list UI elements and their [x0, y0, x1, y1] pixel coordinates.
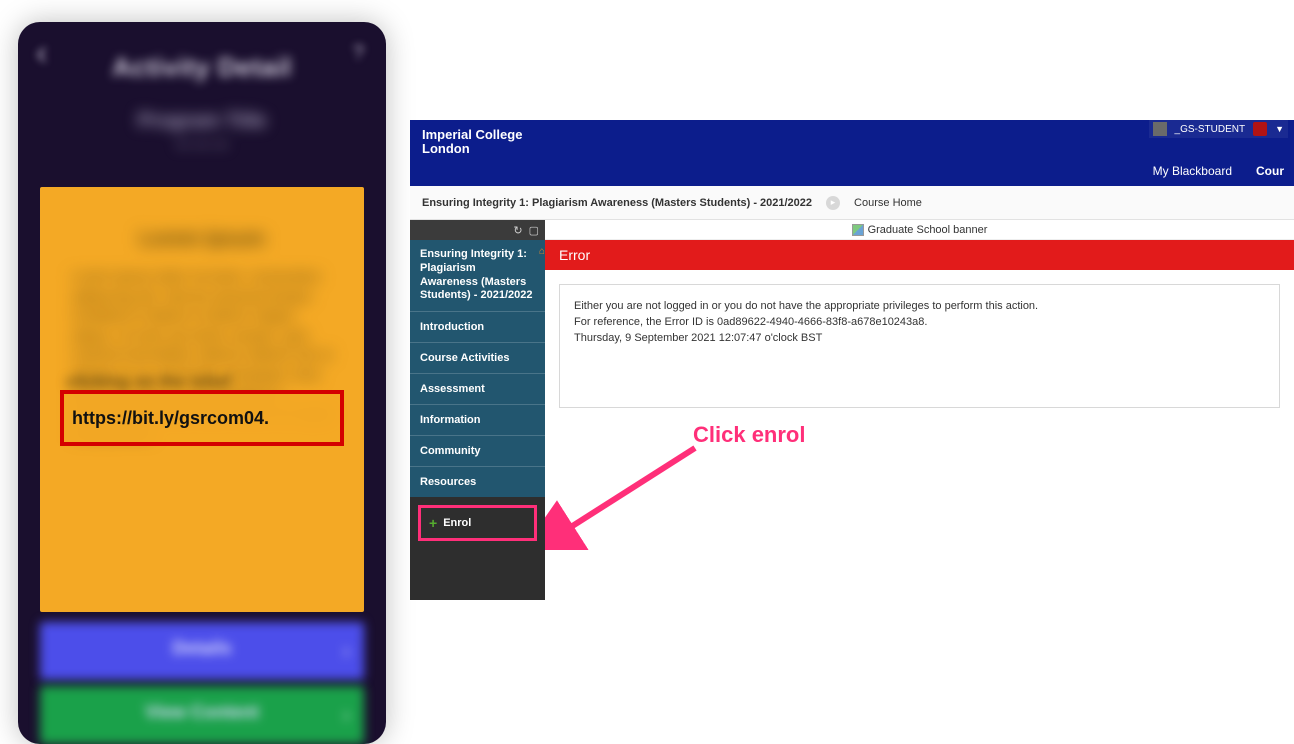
breadcrumb: Ensuring Integrity 1: Plagiarism Awarene…: [410, 186, 1294, 220]
mobile-subheader: Program Title-- -- --: [18, 102, 386, 172]
error-line-3: Thursday, 9 September 2021 12:07:47 o'cl…: [574, 331, 1265, 347]
enrol-button[interactable]: + Enrol: [418, 505, 537, 541]
sidebar-item-introduction[interactable]: Introduction: [410, 311, 545, 342]
sidebar: ↻ ▢ Ensuring Integrity 1: Plagiarism Awa…: [410, 220, 545, 600]
course-menu: Ensuring Integrity 1: Plagiarism Awarene…: [410, 240, 545, 497]
avatar-icon: [1153, 122, 1167, 136]
link-text: https://bit.ly/gsrcom04.: [72, 408, 269, 429]
sidebar-item-assessment[interactable]: Assessment: [410, 373, 545, 404]
nav-my-blackboard[interactable]: My Blackboard: [1153, 164, 1232, 178]
enrol-label: Enrol: [443, 517, 471, 529]
bb-body: ↻ ▢ Ensuring Integrity 1: Plagiarism Awa…: [410, 220, 1294, 600]
sidebar-tools: ↻ ▢: [410, 220, 545, 240]
banner-placeholder: Graduate School banner: [545, 220, 1294, 240]
home-icon[interactable]: ⌂: [539, 246, 545, 259]
course-menu-title[interactable]: Ensuring Integrity 1: Plagiarism Awarene…: [410, 240, 545, 311]
breadcrumb-page[interactable]: Course Home: [854, 197, 922, 209]
breadcrumb-separator-icon: ▸: [826, 196, 840, 210]
mobile-screenshot: ‹ ? Activity Detail Program Title-- -- -…: [18, 22, 386, 744]
banner-alt-text: Graduate School banner: [868, 224, 988, 236]
link-context-text: clicking on the relief: [66, 372, 230, 392]
sidebar-item-resources[interactable]: Resources: [410, 466, 545, 497]
mobile-primary-button[interactable]: Details ›: [40, 622, 364, 680]
refresh-icon[interactable]: ↻: [513, 224, 522, 237]
chevron-down-icon: ▼: [1275, 124, 1284, 134]
error-bar: Error: [545, 240, 1294, 270]
mobile-header: Activity Detail: [18, 37, 386, 97]
breadcrumb-course[interactable]: Ensuring Integrity 1: Plagiarism Awarene…: [422, 197, 812, 209]
error-line-2: For reference, the Error ID is 0ad89622-…: [574, 315, 1265, 331]
bb-header: Imperial College London _GS-STUDENT ▼ My…: [410, 120, 1294, 186]
user-bar[interactable]: _GS-STUDENT ▼: [1149, 120, 1288, 138]
username: _GS-STUDENT: [1175, 124, 1246, 135]
broken-image-icon: [852, 224, 864, 236]
nav-courses[interactable]: Cour: [1256, 164, 1284, 178]
sidebar-item-community[interactable]: Community: [410, 435, 545, 466]
sidebar-item-course-activities[interactable]: Course Activities: [410, 342, 545, 373]
mobile-secondary-button[interactable]: View Content ›: [40, 686, 364, 744]
top-nav: My Blackboard Cour: [1153, 164, 1284, 178]
error-line-1: Either you are not logged in or you do n…: [574, 299, 1265, 315]
chevron-right-icon: ›: [343, 702, 350, 728]
highlighted-link[interactable]: https://bit.ly/gsrcom04.: [60, 390, 344, 446]
blackboard-screenshot: Imperial College London _GS-STUDENT ▼ My…: [410, 120, 1294, 601]
folder-icon[interactable]: ▢: [529, 224, 539, 237]
error-panel: Either you are not logged in or you do n…: [559, 284, 1280, 408]
notification-badge-icon[interactable]: [1253, 122, 1267, 136]
annotation-label: Click enrol: [693, 422, 805, 448]
sidebar-item-information[interactable]: Information: [410, 404, 545, 435]
course-management: + Enrol: [410, 497, 545, 600]
error-title: Error: [559, 247, 590, 263]
mobile-title: Activity Detail: [112, 52, 291, 83]
main-content: Graduate School banner Error Either you …: [545, 220, 1294, 600]
chevron-right-icon: ›: [343, 638, 350, 664]
plus-icon: +: [429, 516, 437, 530]
brand-logo: Imperial College London: [422, 128, 522, 157]
